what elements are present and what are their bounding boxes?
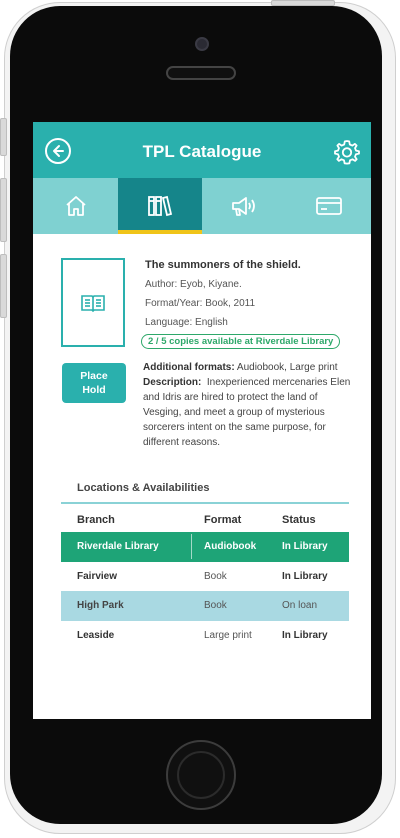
branch-cell: Riverdale Library xyxy=(77,541,159,553)
book-cover xyxy=(61,258,125,347)
branch-cell: Leaside xyxy=(77,629,115,641)
format-cell: Book xyxy=(204,570,227,582)
volume-down-button xyxy=(0,254,7,318)
description: Description: Inexperienced mercenaries E… xyxy=(143,375,353,450)
format-cell: Audiobook xyxy=(204,541,257,553)
tab-home[interactable] xyxy=(33,178,118,234)
book-details: Additional formats: Audiobook, Large pri… xyxy=(143,360,353,450)
megaphone-icon xyxy=(232,197,255,216)
books-icon xyxy=(148,195,173,217)
additional-formats-label: Additional formats: xyxy=(143,362,235,373)
back-button[interactable] xyxy=(45,138,71,164)
home-button[interactable] xyxy=(166,740,236,810)
availability-badge: 2 / 5 copies available at Riverdale Libr… xyxy=(141,334,341,349)
mute-switch xyxy=(0,118,7,156)
book-author: Author: Eyob, Kiyane. xyxy=(145,279,242,290)
tab-catalogue[interactable] xyxy=(118,178,202,234)
table-header: Branch Format Status xyxy=(61,508,349,532)
additional-formats-value: Audiobook, Large print xyxy=(236,362,338,373)
description-label: Description: xyxy=(143,377,202,388)
tab-account[interactable] xyxy=(286,178,371,234)
table-row[interactable]: Fairview Book In Library xyxy=(61,562,349,592)
back-arrow-icon xyxy=(53,145,64,157)
format-cell: Book xyxy=(204,600,227,612)
status-cell: In Library xyxy=(282,629,328,641)
locations-heading: Locations & Availabilities xyxy=(77,482,210,494)
app-screen: TPL Catalogue The summoners of the shiel… xyxy=(33,122,371,719)
front-camera xyxy=(195,37,209,51)
column-header-format: Format xyxy=(204,514,242,526)
status-cell: In Library xyxy=(282,570,328,582)
branch-cell: Fairview xyxy=(77,570,118,582)
card-icon xyxy=(315,197,342,215)
section-divider xyxy=(61,502,349,504)
table-row[interactable]: Leaside Large print In Library xyxy=(61,621,349,651)
home-icon xyxy=(65,196,86,216)
open-book-icon xyxy=(81,294,105,312)
tab-announcements[interactable] xyxy=(202,178,286,234)
app-title: TPL Catalogue xyxy=(142,142,262,161)
additional-formats: Additional formats: Audiobook, Large pri… xyxy=(143,360,353,375)
top-bar: TPL Catalogue xyxy=(33,122,371,178)
earpiece-speaker xyxy=(166,66,236,80)
volume-up-button xyxy=(0,178,7,242)
book-title: The summoners of the shield. xyxy=(145,259,301,271)
format-cell: Large print xyxy=(204,629,252,641)
locations-table: Branch Format Status Riverdale Library A… xyxy=(61,508,349,650)
branch-cell: High Park xyxy=(77,600,124,612)
table-row[interactable]: Riverdale Library Audiobook In Library xyxy=(61,532,349,562)
column-header-branch: Branch xyxy=(77,514,115,526)
tab-bar xyxy=(33,178,371,234)
status-cell: On loan xyxy=(282,600,318,612)
gear-icon xyxy=(334,140,360,165)
place-hold-button[interactable]: Place Hold xyxy=(62,363,126,403)
status-cell: In Library xyxy=(282,541,328,553)
settings-button[interactable] xyxy=(333,138,361,166)
book-language: Language: English xyxy=(145,317,228,328)
active-tab-indicator xyxy=(118,230,202,234)
table-row[interactable]: High Park Book On loan xyxy=(61,591,349,621)
book-format-year: Format/Year: Book, 2011 xyxy=(145,298,256,309)
column-header-status: Status xyxy=(282,514,316,526)
